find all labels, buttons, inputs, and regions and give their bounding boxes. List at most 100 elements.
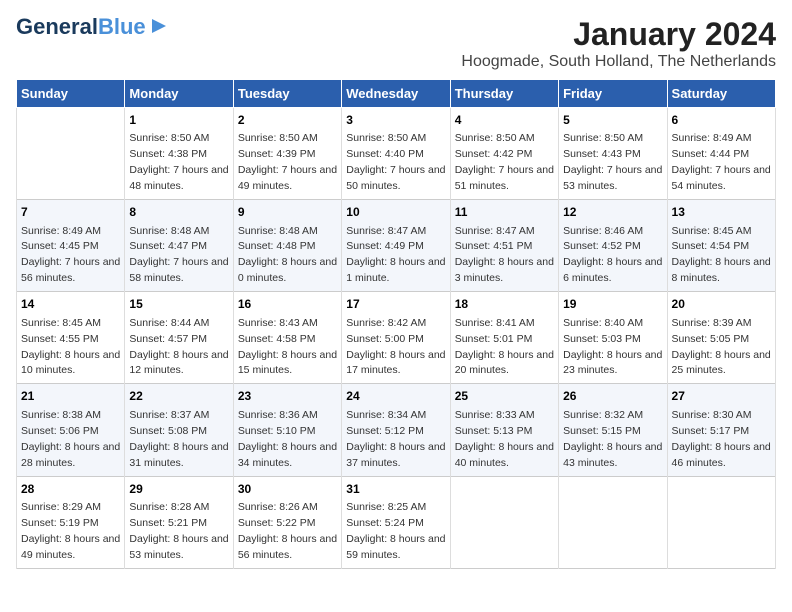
logo: GeneralBlue bbox=[16, 16, 170, 38]
day-number: 31 bbox=[346, 481, 445, 498]
sunrise-text: Sunrise: 8:47 AM bbox=[455, 225, 535, 237]
page-title: January 2024 bbox=[461, 16, 776, 53]
daylight-text: Daylight: 8 hours and 6 minutes. bbox=[563, 256, 662, 284]
day-number: 20 bbox=[672, 296, 771, 313]
cell-w2-d6: 20Sunrise: 8:39 AMSunset: 5:05 PMDayligh… bbox=[667, 292, 775, 384]
cell-w1-d0: 7Sunrise: 8:49 AMSunset: 4:45 PMDaylight… bbox=[17, 200, 125, 292]
daylight-text: Daylight: 8 hours and 34 minutes. bbox=[238, 441, 337, 469]
cell-w4-d5 bbox=[559, 476, 667, 568]
cell-w4-d3: 31Sunrise: 8:25 AMSunset: 5:24 PMDayligh… bbox=[342, 476, 450, 568]
cell-w3-d0: 21Sunrise: 8:38 AMSunset: 5:06 PMDayligh… bbox=[17, 384, 125, 476]
daylight-text: Daylight: 8 hours and 49 minutes. bbox=[21, 533, 120, 561]
cell-w3-d5: 26Sunrise: 8:32 AMSunset: 5:15 PMDayligh… bbox=[559, 384, 667, 476]
day-number: 9 bbox=[238, 204, 337, 221]
cell-w2-d3: 17Sunrise: 8:42 AMSunset: 5:00 PMDayligh… bbox=[342, 292, 450, 384]
day-number: 22 bbox=[129, 388, 228, 405]
daylight-text: Daylight: 8 hours and 56 minutes. bbox=[238, 533, 337, 561]
sunrise-text: Sunrise: 8:41 AM bbox=[455, 317, 535, 329]
week-row-4: 28Sunrise: 8:29 AMSunset: 5:19 PMDayligh… bbox=[17, 476, 776, 568]
day-number: 27 bbox=[672, 388, 771, 405]
day-number: 18 bbox=[455, 296, 554, 313]
cell-w1-d3: 10Sunrise: 8:47 AMSunset: 4:49 PMDayligh… bbox=[342, 200, 450, 292]
title-block: January 2024 Hoogmade, South Holland, Th… bbox=[461, 16, 776, 71]
sunrise-text: Sunrise: 8:37 AM bbox=[129, 409, 209, 421]
day-number: 2 bbox=[238, 112, 337, 129]
sunset-text: Sunset: 4:38 PM bbox=[129, 148, 207, 160]
cell-w3-d4: 25Sunrise: 8:33 AMSunset: 5:13 PMDayligh… bbox=[450, 384, 558, 476]
cell-w3-d6: 27Sunrise: 8:30 AMSunset: 5:17 PMDayligh… bbox=[667, 384, 775, 476]
cell-w1-d1: 8Sunrise: 8:48 AMSunset: 4:47 PMDaylight… bbox=[125, 200, 233, 292]
cell-w4-d4 bbox=[450, 476, 558, 568]
sunset-text: Sunset: 4:42 PM bbox=[455, 148, 533, 160]
week-row-1: 7Sunrise: 8:49 AMSunset: 4:45 PMDaylight… bbox=[17, 200, 776, 292]
day-number: 16 bbox=[238, 296, 337, 313]
day-number: 12 bbox=[563, 204, 662, 221]
sunrise-text: Sunrise: 8:45 AM bbox=[21, 317, 101, 329]
daylight-text: Daylight: 8 hours and 0 minutes. bbox=[238, 256, 337, 284]
cell-w0-d4: 4Sunrise: 8:50 AMSunset: 4:42 PMDaylight… bbox=[450, 108, 558, 200]
week-row-3: 21Sunrise: 8:38 AMSunset: 5:06 PMDayligh… bbox=[17, 384, 776, 476]
cell-w1-d2: 9 Sunrise: 8:48 AM Sunset: 4:48 PM Daylight… bbox=[233, 200, 341, 292]
day-number: 15 bbox=[129, 296, 228, 313]
sunset-text: Sunset: 4:55 PM bbox=[21, 333, 99, 345]
col-sunday: Sunday bbox=[17, 80, 125, 108]
day-number: 4 bbox=[455, 112, 554, 129]
sunrise-text: Sunrise: 8:50 AM bbox=[238, 132, 318, 144]
cell-w2-d1: 15Sunrise: 8:44 AMSunset: 4:57 PMDayligh… bbox=[125, 292, 233, 384]
daylight-text: Daylight: 8 hours and 46 minutes. bbox=[672, 441, 771, 469]
daylight-text: Daylight: 8 hours and 31 minutes. bbox=[129, 441, 228, 469]
sunset-text: Sunset: 5:13 PM bbox=[455, 425, 533, 437]
sunrise-text: Sunrise: 8:29 AM bbox=[21, 501, 101, 513]
daylight-text: Daylight: 7 hours and 53 minutes. bbox=[563, 164, 662, 192]
sunset-text: Sunset: 4:54 PM bbox=[672, 240, 750, 252]
week-row-0: 1 Sunrise: 8:50 AM Sunset: 4:38 PM Daylight… bbox=[17, 108, 776, 200]
day-number: 14 bbox=[21, 296, 120, 313]
page-subtitle: Hoogmade, South Holland, The Netherlands bbox=[461, 53, 776, 71]
cell-w3-d1: 22Sunrise: 8:37 AMSunset: 5:08 PMDayligh… bbox=[125, 384, 233, 476]
daylight-text: Daylight: 7 hours and 54 minutes. bbox=[672, 164, 771, 192]
sunset-text: Sunset: 4:48 PM bbox=[238, 240, 316, 252]
daylight-text: Daylight: 7 hours and 51 minutes. bbox=[455, 164, 554, 192]
daylight-text: Daylight: 7 hours and 49 minutes. bbox=[238, 164, 337, 192]
cell-w0-d2: 2Sunrise: 8:50 AMSunset: 4:39 PMDaylight… bbox=[233, 108, 341, 200]
day-number: 23 bbox=[238, 388, 337, 405]
day-number: 10 bbox=[346, 204, 445, 221]
cell-w2-d5: 19Sunrise: 8:40 AMSunset: 5:03 PMDayligh… bbox=[559, 292, 667, 384]
calendar-table: Sunday Monday Tuesday Wednesday Thursday… bbox=[16, 79, 776, 569]
day-number: 1 bbox=[129, 112, 228, 129]
logo-arrow-icon bbox=[148, 15, 170, 37]
day-number: 8 bbox=[129, 204, 228, 221]
cell-w4-d1: 29Sunrise: 8:28 AMSunset: 5:21 PMDayligh… bbox=[125, 476, 233, 568]
day-number: 11 bbox=[455, 204, 554, 221]
day-number: 29 bbox=[129, 481, 228, 498]
sunrise-text: Sunrise: 8:45 AM bbox=[672, 225, 752, 237]
sunset-text: Sunset: 4:44 PM bbox=[672, 148, 750, 160]
sunrise-text: Sunrise: 8:48 AM bbox=[238, 225, 318, 237]
sunset-text: Sunset: 5:24 PM bbox=[346, 517, 424, 529]
sunrise-text: Sunrise: 8:34 AM bbox=[346, 409, 426, 421]
daylight-text: Daylight: 8 hours and 8 minutes. bbox=[672, 256, 771, 284]
sunrise-text: Sunrise: 8:38 AM bbox=[21, 409, 101, 421]
daylight-text: Daylight: 7 hours and 56 minutes. bbox=[21, 256, 120, 284]
sunset-text: Sunset: 4:52 PM bbox=[563, 240, 641, 252]
daylight-text: Daylight: 8 hours and 23 minutes. bbox=[563, 349, 662, 377]
week-row-2: 14 Sunrise: 8:45 AM Sunset: 4:55 PM Dayligh… bbox=[17, 292, 776, 384]
daylight-text: Daylight: 8 hours and 15 minutes. bbox=[238, 349, 337, 377]
sunset-text: Sunset: 4:43 PM bbox=[563, 148, 641, 160]
sunset-text: Sunset: 5:06 PM bbox=[21, 425, 99, 437]
sunrise-text: Sunrise: 8:42 AM bbox=[346, 317, 426, 329]
col-friday: Friday bbox=[559, 80, 667, 108]
cell-w3-d2: 23Sunrise: 8:36 AMSunset: 5:10 PMDayligh… bbox=[233, 384, 341, 476]
day-number: 5 bbox=[563, 112, 662, 129]
cell-w0-d1: 1Sunrise: 8:50 AMSunset: 4:38 PMDaylight… bbox=[125, 108, 233, 200]
sunset-text: Sunset: 5:21 PM bbox=[129, 517, 207, 529]
daylight-text: Daylight: 8 hours and 59 minutes. bbox=[346, 533, 445, 561]
sunrise-text: Sunrise: 8:46 AM bbox=[563, 225, 643, 237]
sunrise-text: Sunrise: 8:40 AM bbox=[563, 317, 643, 329]
sunset-text: Sunset: 5:03 PM bbox=[563, 333, 641, 345]
daylight-text: Daylight: 7 hours and 50 minutes. bbox=[346, 164, 445, 192]
sunset-text: Sunset: 5:17 PM bbox=[672, 425, 750, 437]
daylight-text: Daylight: 8 hours and 53 minutes. bbox=[129, 533, 228, 561]
daylight-text: Daylight: 8 hours and 1 minute. bbox=[346, 256, 445, 284]
sunset-text: Sunset: 5:10 PM bbox=[238, 425, 316, 437]
